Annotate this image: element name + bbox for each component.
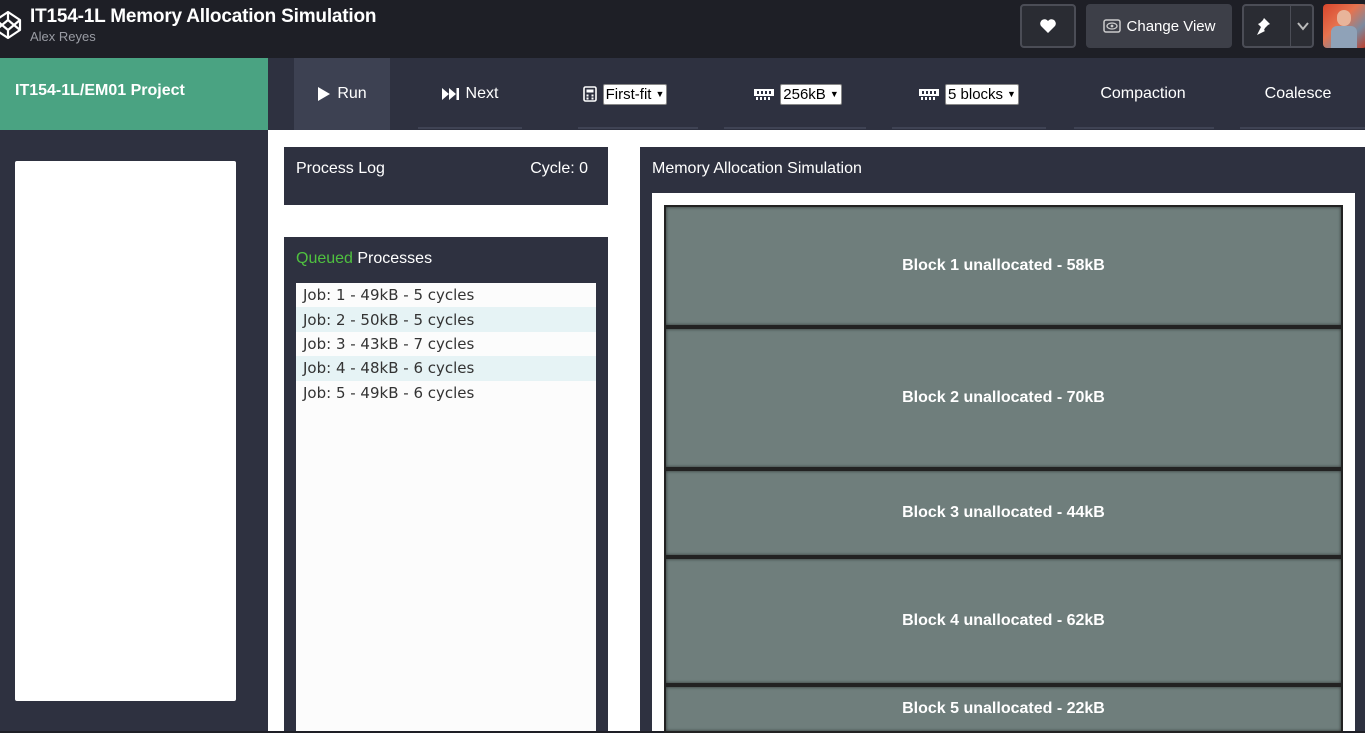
memory-block: Block 1 unallocated - 58kB [664, 205, 1343, 327]
block-count-select[interactable]: 5 blocks ▼ [945, 83, 1019, 105]
select-arrow-icon: ▼ [1007, 89, 1016, 99]
memory-simulation-title: Memory Allocation Simulation [652, 160, 862, 177]
fit-algorithm-value: First-fit [605, 85, 652, 103]
memory-block: Block 4 unallocated - 62kB [664, 557, 1343, 685]
block-count-control: 5 blocks ▼ [904, 58, 1034, 130]
chevron-down-icon[interactable] [1296, 19, 1310, 33]
left-sidebar [0, 130, 268, 731]
play-icon [318, 87, 331, 101]
select-arrow-icon: ▼ [829, 89, 839, 99]
memory-block: Block 5 unallocated - 22kB [664, 685, 1343, 733]
pin-icon [1257, 18, 1270, 35]
avatar[interactable] [1323, 4, 1365, 48]
list-item: Job: 2 - 50kB - 5 cycles [296, 307, 596, 332]
top-bar: IT154-1L Memory Allocation Simulation Al… [0, 0, 1365, 58]
author-name[interactable]: Alex Reyes [30, 29, 96, 44]
process-log-panel: Process Log Cycle: 0 [284, 147, 608, 205]
next-button[interactable]: Next [418, 58, 522, 130]
codepen-logo-icon[interactable] [0, 10, 22, 40]
process-log-title: Process Log [296, 160, 385, 177]
fit-algorithm-select[interactable]: First-fit ▼ [602, 83, 668, 105]
compaction-button[interactable]: Compaction [1072, 58, 1214, 130]
memory-chip-icon [919, 89, 940, 100]
toolbar-underline [724, 127, 866, 129]
sidebar-card [15, 161, 236, 701]
avatar-body [1331, 26, 1357, 48]
run-button[interactable]: Run [294, 58, 390, 130]
cycle-counter: Cycle: 0 [530, 160, 588, 177]
heart-button[interactable] [1020, 4, 1076, 48]
coalesce-button[interactable]: Coalesce [1240, 58, 1356, 130]
toolbar-underline [418, 127, 522, 129]
divider [1290, 6, 1291, 46]
run-label: Run [337, 85, 367, 102]
fit-algorithm-control: First-fit ▼ [560, 58, 690, 130]
toolbar: IT154-1L/EM01 Project Run Next First-fit… [0, 58, 1365, 130]
memory-simulation-panel: Memory Allocation Simulation Block 1 una… [640, 147, 1365, 733]
select-arrow-icon: ▼ [655, 89, 665, 99]
list-item: Job: 3 - 43kB - 7 cycles [303, 334, 475, 353]
list-item: Job: 1 - 49kB - 5 cycles [303, 286, 475, 305]
queued-processes-title: Queued Processes [296, 250, 432, 268]
page-title: IT154-1L Memory Allocation Simulation [30, 6, 377, 27]
toolbar-underline [578, 127, 698, 129]
memory-block: Block 3 unallocated - 44kB [664, 469, 1343, 557]
block-count-value: 5 blocks [948, 85, 1004, 103]
change-view-button[interactable]: Change View [1086, 4, 1232, 48]
memory-size-value: 256kB [783, 85, 826, 103]
project-label: IT154-1L/EM01 Project [0, 58, 268, 130]
step-forward-icon [441, 88, 459, 100]
processes-word: Processes [352, 250, 433, 267]
queued-word: Queued [296, 250, 353, 267]
memory-chip-icon [754, 89, 775, 100]
toolbar-underline [1240, 127, 1365, 129]
memory-size-select[interactable]: 256kB ▼ [780, 83, 842, 105]
calculator-icon [582, 86, 597, 102]
eye-icon [1102, 19, 1121, 33]
queue-list[interactable]: Job: 1 - 49kB - 5 cycles Job: 2 - 50kB -… [296, 283, 596, 731]
toolbar-underline [1074, 127, 1214, 129]
queued-processes-panel: Queued Processes Job: 1 - 49kB - 5 cycle… [284, 237, 608, 731]
memory-size-control: 256kB ▼ [738, 58, 858, 130]
change-view-label: Change View [1126, 17, 1216, 35]
list-item: Job: 5 - 49kB - 6 cycles [303, 383, 475, 402]
memory-area: Block 1 unallocated - 58kB Block 2 unall… [652, 193, 1355, 733]
avatar-face [1337, 10, 1351, 26]
toolbar-underline [892, 127, 1046, 129]
next-label: Next [465, 85, 499, 102]
heart-icon [1040, 19, 1056, 33]
memory-block: Block 2 unallocated - 70kB [664, 327, 1343, 469]
pin-button[interactable] [1242, 4, 1314, 48]
list-item: Job: 4 - 48kB - 6 cycles [296, 356, 596, 381]
